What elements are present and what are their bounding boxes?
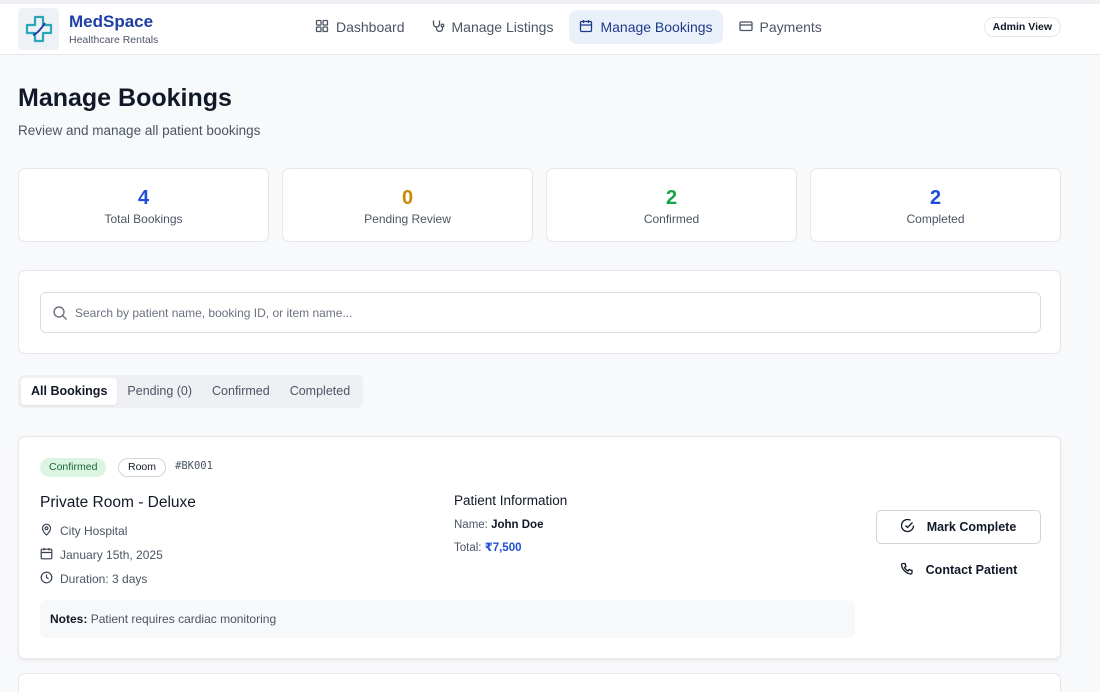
date-text: January 15th, 2025: [60, 548, 163, 562]
mark-complete-button[interactable]: Mark Complete: [876, 510, 1041, 544]
tab-completed[interactable]: Completed: [280, 378, 360, 405]
booking-location: City Hospital: [40, 523, 127, 539]
calendar-icon: [40, 547, 53, 563]
clock-icon: [40, 571, 53, 587]
notes-text: Patient requires cardiac monitoring: [90, 612, 277, 626]
stat-label: Pending Review: [364, 212, 451, 226]
phone-icon: [900, 562, 914, 579]
type-badge: Room: [118, 458, 167, 477]
admin-view-badge: Admin View: [983, 17, 1061, 37]
page-title: Manage Bookings: [18, 84, 232, 112]
medspace-logo-icon[interactable]: [18, 8, 59, 50]
nav-label: Dashboard: [336, 19, 405, 35]
booking-total: Total: ₹7,500: [454, 540, 521, 554]
booking-duration: Duration: 3 days: [40, 571, 147, 587]
total-label: Total:: [454, 542, 482, 554]
check-circle-icon: [900, 518, 915, 536]
stat-label: Confirmed: [643, 212, 700, 226]
nav-dashboard[interactable]: Dashboard: [305, 10, 415, 44]
main-nav: Dashboard Manage Listings Manage Booking…: [305, 10, 832, 44]
stat-label: Total Bookings: [104, 212, 183, 226]
name-value: John Doe: [491, 519, 544, 531]
stat-value: 0: [401, 187, 414, 209]
search-card: [18, 270, 1061, 354]
status-badge: Confirmed: [40, 458, 107, 477]
booking-date: January 15th, 2025: [40, 547, 163, 563]
stat-card-pending: 0 Pending Review: [282, 168, 533, 242]
booking-card: [18, 673, 1061, 692]
top-navbar: MedSpace Healthcare Rentals Dashboard Ma…: [0, 0, 1100, 55]
stat-value: 2: [665, 187, 678, 209]
booking-filter-tabs: All Bookings Pending (0) Confirmed Compl…: [18, 375, 364, 408]
tab-confirmed[interactable]: Confirmed: [202, 378, 280, 405]
tab-pending[interactable]: Pending (0): [117, 378, 202, 405]
nav-manage-listings[interactable]: Manage Listings: [421, 10, 564, 44]
grid-icon: [315, 19, 329, 36]
button-label: Contact Patient: [925, 563, 1018, 577]
page-subtitle: Review and manage all patient bookings: [18, 123, 261, 138]
button-label: Mark Complete: [926, 520, 1017, 534]
stat-label: Completed: [906, 212, 965, 226]
credit-card-icon: [738, 19, 753, 36]
patient-name: Name: John Doe: [454, 519, 543, 531]
location-text: City Hospital: [60, 524, 128, 538]
patient-info-heading: Patient Information: [454, 493, 568, 508]
tab-all-bookings[interactable]: All Bookings: [21, 378, 118, 405]
nav-label: Manage Bookings: [600, 19, 713, 35]
stat-value: 2: [929, 187, 942, 209]
map-pin-icon: [40, 523, 53, 539]
stat-card-total: 4 Total Bookings: [18, 168, 269, 242]
nav-payments[interactable]: Payments: [729, 10, 832, 44]
name-label: Name:: [454, 519, 488, 531]
search-box[interactable]: [40, 292, 1041, 333]
booking-id: #BK001: [175, 460, 213, 472]
brand-subtitle: Healthcare Rentals: [69, 34, 159, 46]
notes-label: Notes:: [50, 612, 88, 626]
booking-card: Confirmed Room #BK001 Private Room - Del…: [18, 436, 1061, 659]
stat-value: 4: [137, 187, 150, 209]
total-value: ₹7,500: [484, 542, 522, 554]
contact-patient-button[interactable]: Contact Patient: [876, 553, 1041, 587]
stat-card-completed: 2 Completed: [810, 168, 1061, 242]
brand-name[interactable]: MedSpace: [69, 12, 153, 32]
calendar-icon: [579, 19, 593, 36]
search-input[interactable]: [75, 301, 1025, 325]
duration-text: Duration: 3 days: [60, 572, 148, 586]
nav-label: Payments: [759, 19, 822, 35]
stethoscope-icon: [431, 19, 445, 36]
stat-card-confirmed: 2 Confirmed: [546, 168, 797, 242]
booking-notes: Notes: Patient requires cardiac monitori…: [40, 600, 855, 638]
nav-manage-bookings[interactable]: Manage Bookings: [569, 10, 723, 44]
nav-label: Manage Listings: [451, 19, 554, 35]
booking-title: Private Room - Deluxe: [40, 494, 196, 511]
